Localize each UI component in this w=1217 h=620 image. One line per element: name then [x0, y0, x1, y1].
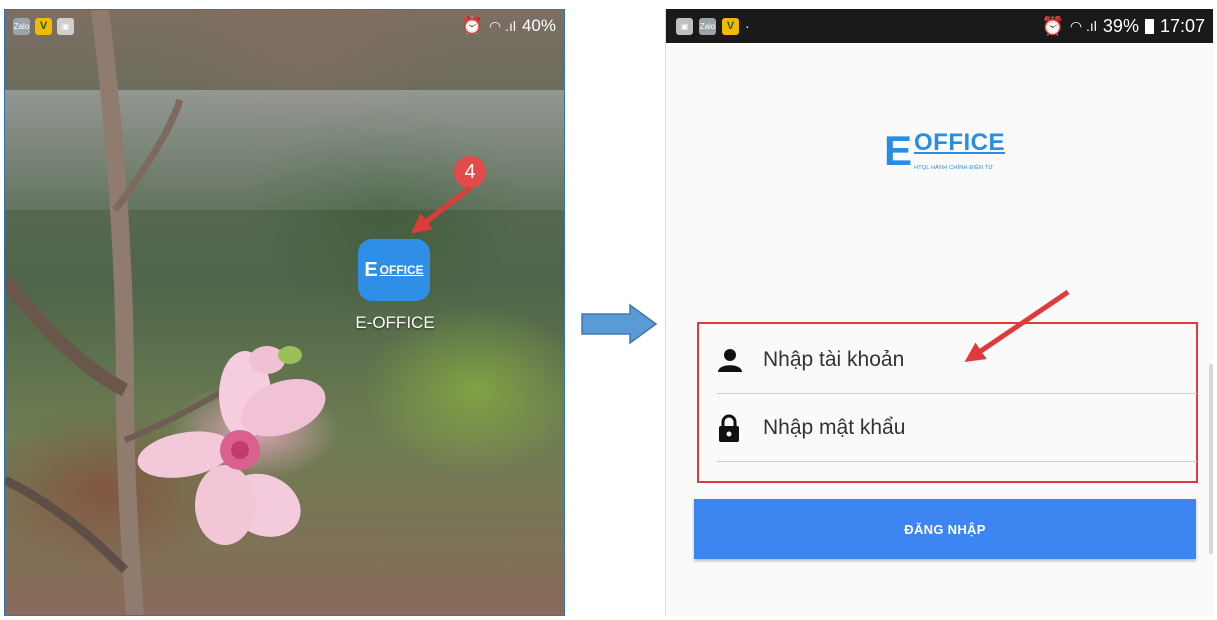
- app-notification-icon: V: [722, 17, 739, 35]
- home-screen: Zalo V ▣ ⏰ ◠ .ıl 40% E OFFICE E-OFFICE 4: [4, 9, 565, 616]
- battery-icon: [1144, 18, 1154, 34]
- e-office-logo: E OFFICE HTQL HÀNH CHÍNH ĐIỆN TỬ: [884, 129, 1005, 173]
- app-label[interactable]: E-OFFICE: [345, 313, 445, 333]
- next-step-arrow: [581, 303, 658, 345]
- status-bar: ▣ Zalo V · ⏰ ◠ .ıl 39% 17:07: [666, 9, 1213, 43]
- gallery-notification-icon: ▣: [57, 17, 74, 35]
- logo-letter: E: [884, 127, 913, 174]
- wifi-signal-icon: ◠ .ıl: [488, 17, 516, 34]
- edge-panel-handle[interactable]: [1209, 364, 1213, 554]
- lock-icon: [717, 414, 751, 442]
- wallpaper-flower: [5, 10, 326, 615]
- wifi-signal-icon: ◠ .ıl: [1069, 17, 1097, 34]
- battery-level: 40%: [521, 16, 556, 35]
- gallery-notification-icon: ▣: [676, 17, 693, 35]
- logo-name: OFFICE: [914, 129, 1006, 156]
- alarm-icon: ⏰: [461, 16, 483, 35]
- password-placeholder[interactable]: Nhập mật khẩu: [763, 416, 905, 440]
- e-office-app-icon[interactable]: E OFFICE: [358, 239, 430, 301]
- app-icon-letter: E: [364, 258, 378, 281]
- zalo-notification-icon: Zalo: [699, 17, 716, 35]
- step-badge: 4: [454, 156, 486, 188]
- app-notification-icon: V: [35, 17, 52, 35]
- login-form-highlight: Nhập tài khoản Nhập mật khẩu: [697, 322, 1198, 483]
- battery-level: 39%: [1102, 15, 1139, 36]
- clock: 17:07: [1159, 15, 1205, 36]
- more-notifications-icon: ·: [745, 18, 750, 34]
- username-placeholder[interactable]: Nhập tài khoản: [763, 348, 904, 372]
- logo-tagline: HTQL HÀNH CHÍNH ĐIỆN TỬ: [914, 165, 994, 171]
- username-field[interactable]: Nhập tài khoản: [717, 327, 1197, 394]
- alarm-icon: ⏰: [1041, 15, 1064, 36]
- zalo-notification-icon: Zalo: [13, 17, 30, 35]
- tutorial-screenshot: Zalo V ▣ ⏰ ◠ .ıl 40% E OFFICE E-OFFICE 4…: [0, 0, 1217, 620]
- person-icon: [717, 348, 751, 372]
- login-button[interactable]: ĐĂNG NHẬP: [694, 499, 1196, 559]
- app-icon-text: OFFICE: [379, 263, 424, 277]
- status-bar: Zalo V ▣ ⏰ ◠ .ıl 40%: [5, 10, 564, 42]
- login-screen: ▣ Zalo V · ⏰ ◠ .ıl 39% 17:07 E OFFICE HT…: [665, 9, 1213, 616]
- password-field[interactable]: Nhập mật khẩu: [717, 395, 1197, 462]
